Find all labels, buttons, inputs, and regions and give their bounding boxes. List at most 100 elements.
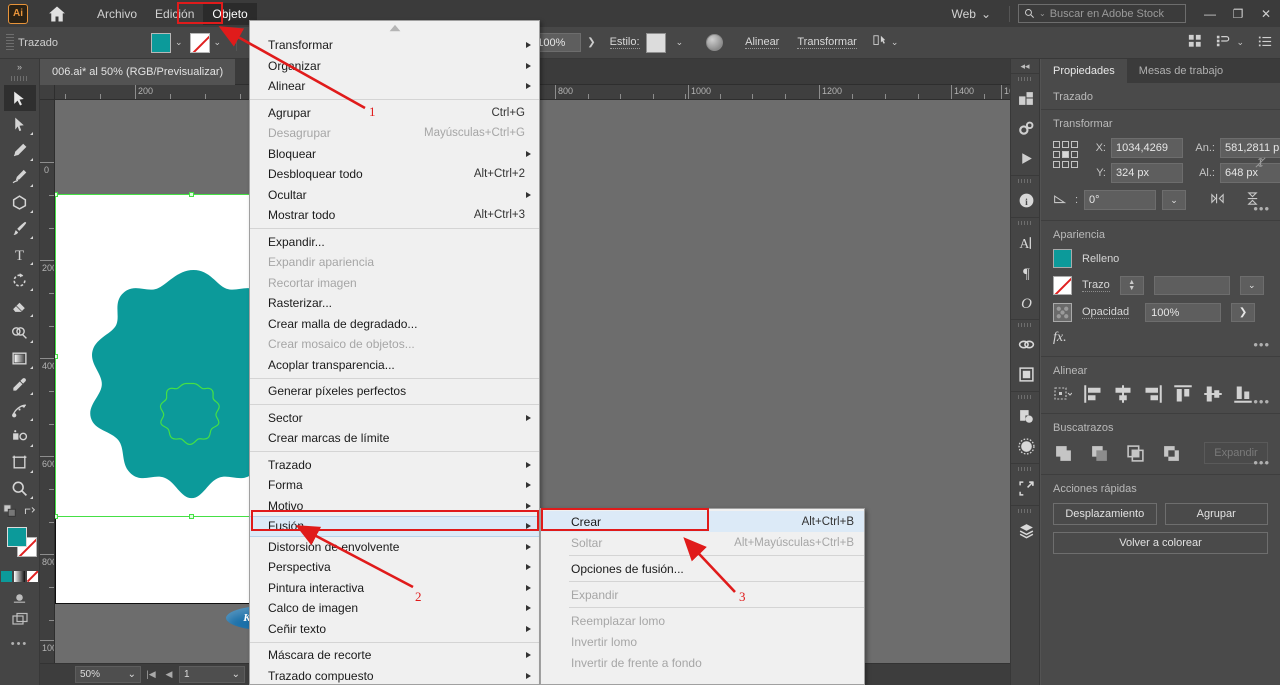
stroke-chevron-down-icon-properties[interactable]: ⌄ — [1239, 276, 1264, 295]
first-page-button[interactable]: |◀ — [143, 666, 159, 683]
play-icon[interactable] — [1011, 143, 1041, 173]
panel-grip[interactable] — [1018, 323, 1032, 327]
info-icon[interactable]: i — [1011, 185, 1041, 215]
height-input[interactable]: 648 px — [1220, 163, 1280, 183]
panel-grip[interactable] — [1018, 179, 1032, 183]
align-left-icon[interactable] — [1083, 385, 1103, 403]
x-input[interactable]: 1034,4269 — [1111, 138, 1183, 158]
screen-mode-icon[interactable] — [0, 612, 39, 628]
angle-input[interactable]: 0° — [1084, 190, 1156, 210]
tool-zoom[interactable] — [4, 475, 36, 501]
tool-eyedropper[interactable] — [4, 371, 36, 397]
libraries-icon[interactable] — [1011, 83, 1041, 113]
menu-item-m-scara-de-recorte[interactable]: Máscara de recorte — [250, 645, 539, 666]
fx-button[interactable]: fx. — [1053, 330, 1268, 346]
menu-item-bloquear[interactable]: Bloquear — [250, 144, 539, 165]
selection-handle[interactable] — [189, 192, 194, 197]
control-bar-grip[interactable] — [6, 33, 14, 52]
stroke-chevron-down-icon[interactable]: ⌄ — [214, 37, 222, 48]
style-swatch[interactable] — [645, 32, 666, 53]
restore-icon[interactable]: ❐ — [1224, 0, 1252, 27]
stroke-swatch-properties[interactable] — [1053, 276, 1072, 295]
transform-link[interactable]: Transformar — [797, 36, 857, 49]
document-tab[interactable]: 006.ai* al 50% (RGB/Previsualizar) — [40, 58, 236, 85]
tool-panel-collapse-icon[interactable]: » — [0, 59, 39, 74]
panel-grip[interactable] — [1018, 467, 1032, 471]
stroke-swatch[interactable] — [189, 32, 210, 53]
document-setup-chevron-down-icon[interactable]: ⌄ — [1236, 37, 1244, 48]
tool-shape-builder[interactable] — [4, 319, 36, 345]
tool-selection[interactable] — [3, 85, 36, 111]
group-button[interactable]: Agrupar — [1164, 503, 1268, 525]
recolor-button[interactable]: Volver a colorear — [1053, 532, 1268, 554]
menu-item-crear-marcas-de-l-mite[interactable]: Crear marcas de límite — [250, 428, 539, 449]
tab-mesas-de-trabajo[interactable]: Mesas de trabajo — [1127, 59, 1235, 83]
menu-scroll-up-icon[interactable] — [250, 21, 539, 35]
align-center-horizontal-icon[interactable] — [1113, 385, 1133, 403]
selection-handle[interactable] — [189, 514, 194, 519]
swap-fill-stroke-icon[interactable] — [23, 505, 36, 521]
recolor-artwork-icon[interactable] — [706, 34, 724, 51]
menu-archivo[interactable]: Archivo — [88, 3, 146, 25]
tool-gradient[interactable] — [4, 345, 36, 371]
menu-edicion[interactable]: Edición — [146, 3, 203, 25]
workspace-switcher[interactable]: Web ⌄ — [951, 7, 991, 21]
close-icon[interactable]: ✕ — [1252, 0, 1280, 27]
width-input[interactable]: 581,2811 p — [1220, 138, 1280, 158]
style-chevron-down-icon[interactable]: ⌄ — [676, 37, 684, 48]
panel-grip[interactable] — [1018, 77, 1032, 81]
align-link[interactable]: Alinear — [745, 36, 780, 49]
reference-point-selector[interactable] — [1053, 141, 1078, 169]
fill-color-box[interactable] — [7, 527, 27, 547]
menu-item-desbloquear-todo[interactable]: Desbloquear todo Alt+Ctrl+2 — [250, 164, 539, 185]
pathfinder-minus-front-icon[interactable] — [1089, 444, 1109, 462]
minimize-icon[interactable]: — — [1196, 0, 1224, 27]
edit-toolbar-icon[interactable]: ••• — [0, 638, 39, 650]
tool-blend[interactable] — [4, 397, 36, 423]
stroke-width-input[interactable] — [1153, 276, 1230, 295]
tool-pen[interactable] — [4, 137, 36, 163]
selection-handle[interactable] — [55, 354, 58, 359]
opacity-expand-icon[interactable]: ❯ — [587, 37, 595, 48]
offset-path-button[interactable]: Desplazamiento — [1053, 503, 1157, 525]
pathfinder-more-icon[interactable]: ••• — [1253, 455, 1270, 470]
glyphs-icon[interactable]: O — [1011, 287, 1041, 317]
menu-item-forma[interactable]: Forma — [250, 475, 539, 496]
selection-handle[interactable] — [55, 514, 58, 519]
fill-swatch[interactable] — [150, 32, 171, 53]
actions-icon[interactable] — [1011, 113, 1041, 143]
default-fill-stroke-icon[interactable] — [3, 504, 17, 521]
ruler-corner[interactable] — [40, 85, 55, 100]
align-more-icon[interactable]: ••• — [1253, 394, 1270, 409]
tab-propiedades[interactable]: Propiedades — [1041, 59, 1127, 83]
fill-swatch-properties[interactable] — [1053, 249, 1072, 268]
menu-item-crear-malla-de-degradado[interactable]: Crear malla de degradado... — [250, 314, 539, 335]
menu-item-motivo[interactable]: Motivo — [250, 496, 539, 517]
menu-list-icon[interactable] — [1258, 34, 1272, 51]
zoom-level-select[interactable]: 50% ⌄ — [75, 666, 141, 683]
opacity-input-properties[interactable]: 100% — [1145, 303, 1222, 322]
color-swatch-icon[interactable] — [1, 571, 12, 582]
panel-grip[interactable] — [1018, 395, 1032, 399]
tool-panel-grip[interactable] — [10, 76, 29, 81]
search-input[interactable]: ⌄ Buscar en Adobe Stock — [1018, 4, 1186, 23]
selection-handle[interactable] — [55, 192, 58, 197]
transform-more-icon[interactable]: ••• — [1253, 201, 1270, 216]
drawing-mode-icon[interactable] — [0, 590, 39, 605]
fill-chevron-down-icon[interactable]: ⌄ — [175, 37, 183, 48]
layers-icon[interactable] — [1011, 515, 1041, 545]
tool-artboard[interactable] — [4, 449, 36, 475]
tool-eraser[interactable] — [4, 293, 36, 319]
pathfinder-intersect-icon[interactable] — [1125, 444, 1145, 462]
horizontal-ruler[interactable]: 200 0 800 1000 1200 — [40, 85, 1040, 100]
constrain-proportions-icon[interactable] — [1253, 155, 1268, 173]
tool-shape[interactable] — [4, 189, 36, 215]
asset-export-icon[interactable] — [1011, 359, 1041, 389]
appearance-more-icon[interactable]: ••• — [1253, 337, 1270, 352]
menu-item-perspectiva[interactable]: Perspectiva — [250, 557, 539, 578]
menu-item-alinear[interactable]: Alinear — [250, 76, 539, 97]
menu-item-trazado[interactable]: Trazado — [250, 455, 539, 476]
menu-item-transformar[interactable]: Transformar — [250, 35, 539, 56]
select-similar-chevron-down-icon[interactable]: ⌄ — [891, 37, 899, 48]
pathfinder-exclude-icon[interactable] — [1161, 444, 1181, 462]
